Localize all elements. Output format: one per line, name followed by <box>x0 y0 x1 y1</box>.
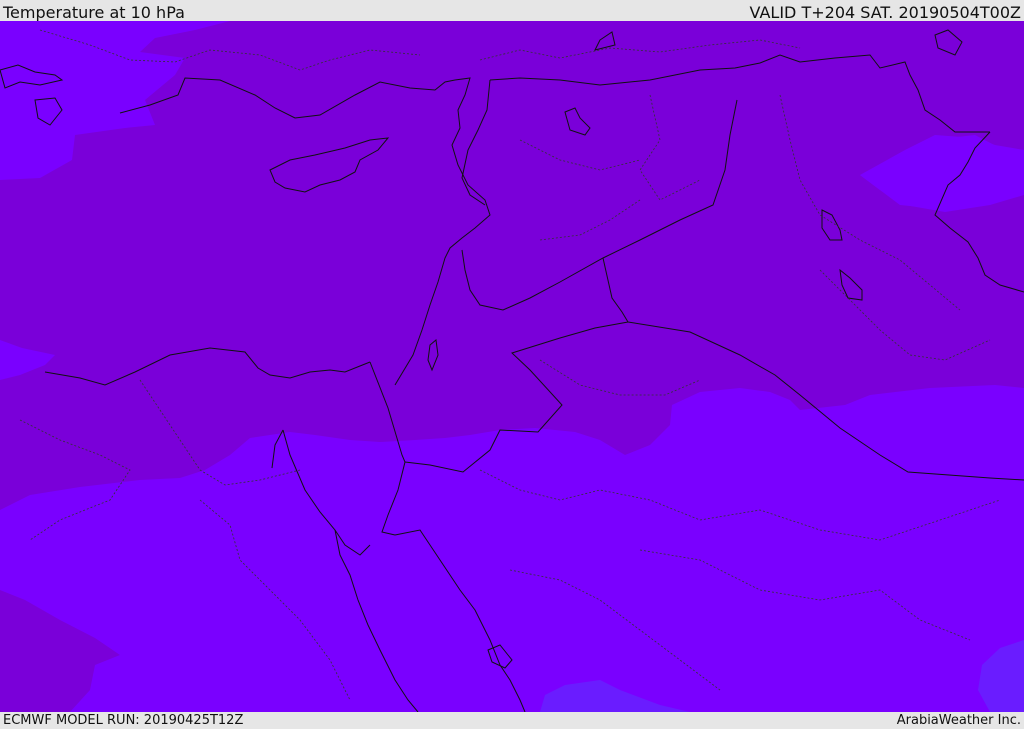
valid-time: VALID T+204 SAT. 20190504T00Z <box>749 3 1021 22</box>
map-title: Temperature at 10 hPa <box>3 3 185 22</box>
model-run: ECMWF MODEL RUN: 20190425T12Z <box>3 713 244 728</box>
header-bar: Temperature at 10 hPa VALID T+204 SAT. 2… <box>0 0 1024 22</box>
brand-label: ArabiaWeather Inc. <box>896 713 1021 728</box>
footer-bar: ECMWF MODEL RUN: 20190425T12Z ArabiaWeat… <box>0 712 1024 729</box>
temperature-map[interactable] <box>0 21 1024 712</box>
